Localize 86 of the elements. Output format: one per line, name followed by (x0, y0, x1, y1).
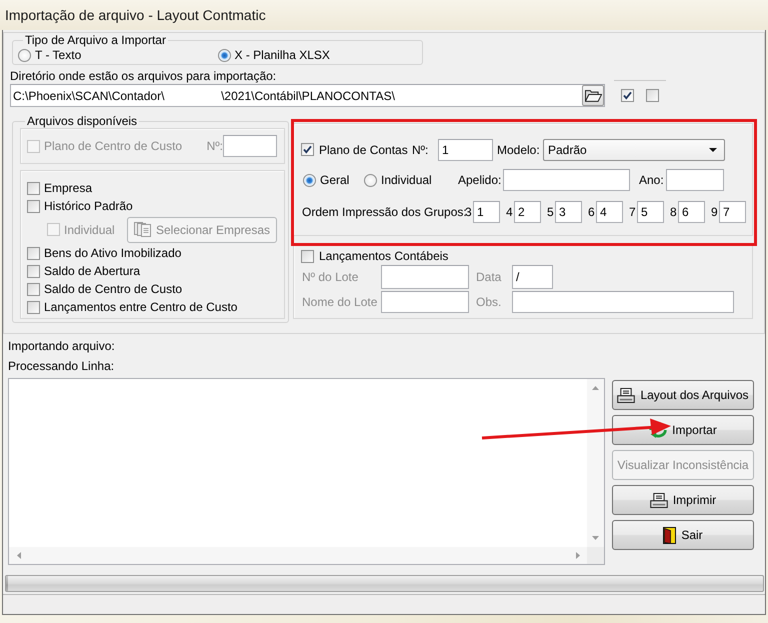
group-number: 7 (629, 205, 637, 219)
group-number: 5 (547, 205, 555, 219)
checkbox-label: Lançamentos entre Centro de Custo (44, 300, 238, 314)
checkbox-label: Saldo de Abertura (44, 264, 140, 278)
checkbox-label: Histórico Padrão (44, 199, 133, 213)
radio-label: Individual (381, 173, 433, 187)
scroll-right-icon (576, 552, 580, 559)
checkbox[interactable] (301, 143, 314, 156)
vertical-scrollbar[interactable] (587, 379, 604, 547)
scrollbar-corner (587, 547, 604, 564)
field-label: Nº: (206, 139, 223, 153)
field-label: Diretório onde estão os arquivos para importação: (10, 69, 278, 83)
printer-icon (650, 492, 668, 508)
exit-button[interactable]: Sair (612, 520, 754, 550)
checkbox-label: Bens do Ativo Imobilizado (44, 246, 182, 260)
group-number: 9 (711, 205, 719, 219)
path-field[interactable]: C:\Phoenix\SCAN\Contador\ \2021\Contábil\PLANOCONTAS\ (10, 84, 605, 107)
cost-center-number-field[interactable] (223, 135, 277, 157)
field-label: Nº: (412, 142, 430, 156)
radio-button[interactable] (218, 48, 230, 62)
model-dropdown[interactable]: Padrão (543, 138, 725, 160)
group-title: Arquivos disponíveis (26, 114, 138, 128)
browse-button[interactable] (582, 85, 604, 106)
checkbox[interactable] (27, 182, 40, 194)
checkbox-label: Plano de Contas (319, 142, 409, 156)
group-order-field[interactable]: 6 (678, 201, 705, 223)
radio-button[interactable] (18, 48, 31, 62)
field-label: Modelo: (497, 142, 541, 156)
checkbox[interactable] (27, 200, 40, 212)
radio-button[interactable] (303, 174, 316, 186)
field-label: Ano: (639, 173, 665, 187)
group-order-field[interactable]: 3 (555, 201, 582, 223)
group-title: Tipo de Arquivo a Importar (24, 33, 167, 47)
window-title: Importação de arquivo - Layout Contmatic (5, 7, 266, 23)
checkbox[interactable] (621, 89, 634, 102)
status-label: Importando arquivo: (8, 339, 115, 353)
number-field[interactable]: 1 (438, 138, 493, 160)
year-field[interactable] (666, 169, 724, 191)
radio-label: X - Planilha XLSX (234, 48, 330, 62)
notes-field[interactable] (512, 291, 734, 313)
layout-button[interactable]: Layout dos Arquivos (612, 380, 754, 410)
batch-name-field[interactable] (381, 291, 469, 313)
horizontal-scrollbar[interactable] (9, 547, 587, 564)
radio-button[interactable] (364, 174, 377, 186)
field-label: Obs. (476, 295, 502, 309)
door-icon (663, 526, 676, 544)
print-button[interactable]: Imprimir (612, 485, 754, 515)
group-number: 4 (506, 205, 514, 219)
printer-icon (617, 388, 636, 402)
group-order-field[interactable]: 7 (719, 201, 746, 223)
field-label: Nº do Lote (302, 270, 360, 284)
checkbox-label: Plano de Centro de Custo (44, 139, 184, 153)
checkbox[interactable] (27, 282, 40, 296)
group-order-field[interactable]: 2 (514, 201, 541, 223)
caret-icon (709, 148, 717, 152)
date-field[interactable]: / (512, 265, 553, 289)
group-number: 8 (670, 205, 678, 219)
radio-label: T - Texto (35, 48, 82, 62)
scroll-down-icon (592, 536, 599, 540)
batch-number-field[interactable] (381, 265, 469, 289)
scroll-up-icon (592, 386, 599, 390)
status-label: Processando Linha: (8, 359, 114, 373)
group-order-field[interactable]: 5 (637, 201, 664, 223)
group-order-field[interactable]: 1 (473, 201, 500, 223)
checkbox-label: Individual (64, 222, 115, 236)
checkbox[interactable] (301, 250, 314, 262)
log-field[interactable] (8, 378, 605, 565)
group-number: 6 (588, 205, 596, 219)
field-label: Nome do Lote (302, 295, 378, 309)
folder-open-icon (584, 90, 602, 102)
group-order-field[interactable]: 4 (596, 201, 623, 223)
pages-icon (134, 222, 151, 237)
checkbox[interactable] (27, 264, 40, 278)
radio-label: Geral (320, 173, 350, 187)
checkbox-label: Saldo de Centro de Custo (44, 282, 182, 296)
checkbox[interactable] (27, 300, 40, 314)
group-number: 3 (465, 205, 473, 219)
checkbox-label: Lançamentos Contábeis (319, 249, 448, 263)
field-label: Apelido: (458, 173, 502, 187)
checkbox[interactable] (646, 89, 659, 102)
checkbox-label: Empresa (44, 181, 92, 195)
checkbox[interactable] (27, 246, 40, 260)
nickname-field[interactable] (503, 169, 630, 191)
import-button[interactable]: Importar (612, 415, 754, 445)
scroll-left-icon (17, 552, 21, 559)
field-label: Data (476, 270, 502, 284)
